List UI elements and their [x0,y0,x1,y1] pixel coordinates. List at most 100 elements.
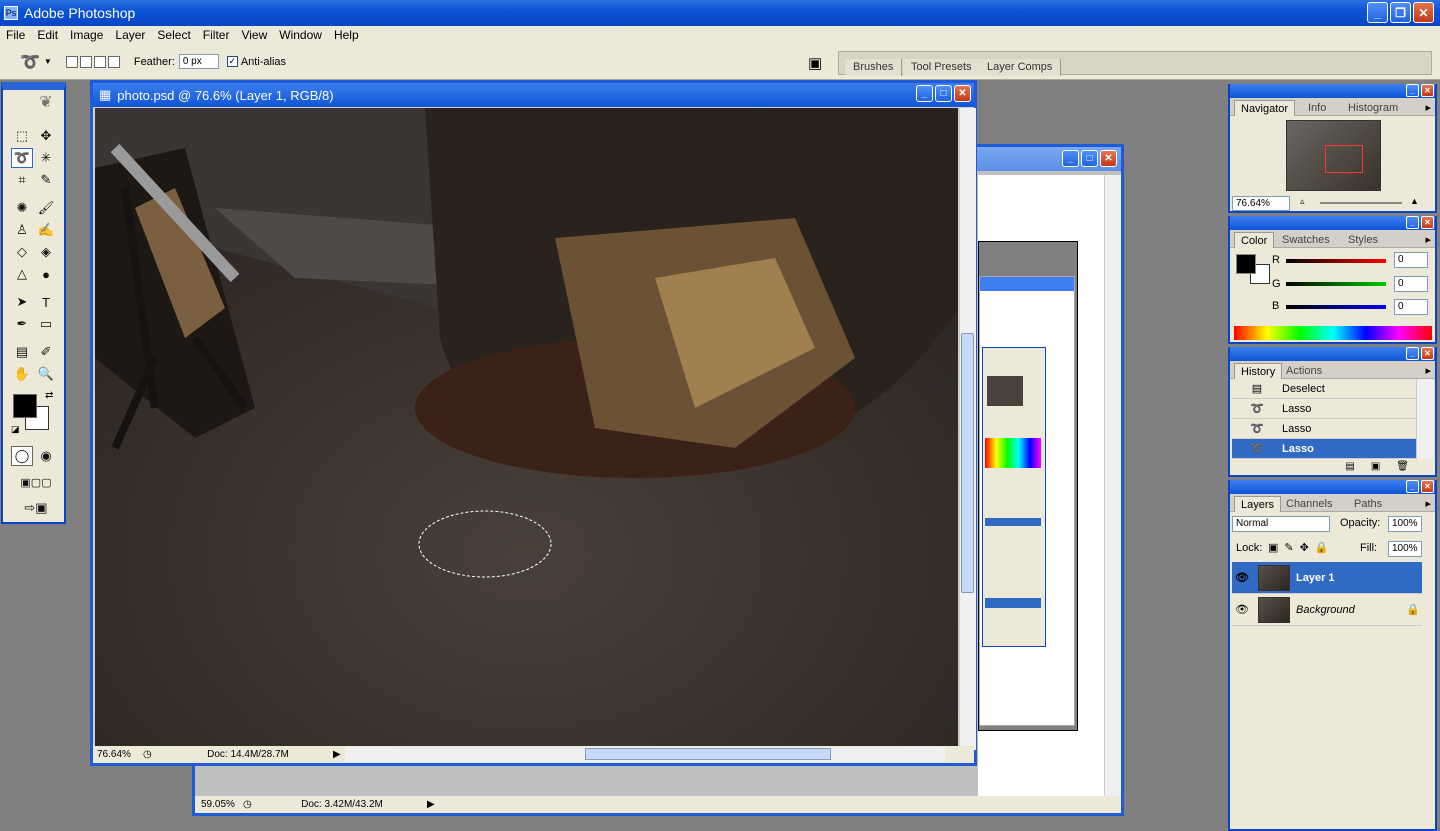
intersect-selection-icon[interactable] [107,55,120,68]
eye-icon[interactable]: 👁 [1232,571,1252,584]
color-minimize-button[interactable]: _ [1406,216,1419,229]
minimize-button[interactable]: _ [1367,2,1388,23]
doc-status-arrow-icon[interactable]: ▶ [333,749,345,760]
navigator-menu-icon[interactable]: ▸ [1425,101,1431,114]
notes-tool-icon[interactable]: ▤ [11,342,33,362]
doc-horizontal-scrollbar[interactable] [345,747,945,762]
foreground-color-swatch[interactable] [13,394,37,418]
menu-layer[interactable]: Layer [109,28,151,42]
zoom-tool-icon[interactable]: 🔍 [35,364,57,384]
healing-brush-icon[interactable]: ✺ [11,198,33,218]
swap-colors-icon[interactable]: ⇄ [45,390,53,401]
doc2-status-arrow-icon[interactable]: ▶ [427,799,435,810]
menu-image[interactable]: Image [64,28,109,42]
clone-stamp-icon[interactable]: ♙ [11,220,33,240]
tab-actions[interactable]: Actions [1280,363,1328,379]
image-canvas[interactable] [95,108,958,746]
color-close-button[interactable]: ✕ [1421,216,1434,229]
jump-to-imageready-icon[interactable]: ⇨▣ [11,498,61,518]
tab-info[interactable]: Info [1302,100,1332,116]
navigator-view-box[interactable] [1325,145,1363,173]
zoom-in-icon[interactable]: ▲ [1410,196,1419,206]
navigator-zoom-field[interactable]: 76.64% [1232,196,1290,211]
lasso-preset-icon[interactable]: ➰ [20,52,40,72]
add-selection-icon[interactable] [79,55,92,68]
menu-window[interactable]: Window [273,28,328,42]
doc2-maximize-button[interactable]: □ [1081,150,1098,167]
doc-minimize-button[interactable]: _ [916,85,933,102]
shape-tool-icon[interactable]: ▭ [35,314,57,334]
history-scrollbar[interactable] [1416,379,1433,459]
history-minimize-button[interactable]: _ [1406,347,1419,360]
layers-menu-icon[interactable]: ▸ [1425,497,1431,510]
menu-filter[interactable]: Filter [197,28,236,42]
chevron-down-icon[interactable]: ▼ [44,57,52,66]
menu-file[interactable]: File [0,28,31,42]
lasso-tool-icon[interactable]: ➰ [11,148,33,168]
tab-swatches[interactable]: Swatches [1276,232,1336,248]
doc-vertical-scrollbar[interactable] [959,108,976,750]
menu-help[interactable]: Help [328,28,365,42]
history-brush-icon[interactable]: ✍ [35,220,57,240]
tab-tool-presets[interactable]: Tool Presets [903,59,981,76]
green-value[interactable]: 0 [1394,276,1428,292]
layers-close-button[interactable]: ✕ [1421,480,1434,493]
move-tool-icon[interactable]: ✥ [35,126,57,146]
doc2-minimize-button[interactable]: _ [1062,150,1079,167]
tab-brushes[interactable]: Brushes [845,59,903,76]
hand-tool-icon[interactable]: ✋ [11,364,33,384]
doc-maximize-button[interactable]: □ [935,85,952,102]
new-selection-icon[interactable] [65,55,78,68]
doc2-zoom-field[interactable]: 59.05% [195,799,243,810]
doc2-close-button[interactable]: ✕ [1100,150,1117,167]
tab-navigator[interactable]: Navigator [1234,100,1296,116]
history-footer-icons[interactable]: ▤▣🗑 [1345,461,1425,472]
blend-mode-select[interactable]: Normal [1232,516,1330,532]
doc-zoom-field[interactable]: 76.64% [93,749,143,760]
opacity-field[interactable]: 100% [1388,516,1422,532]
zoom-out-icon[interactable]: ▵ [1300,196,1305,207]
menu-view[interactable]: View [235,28,273,42]
tab-styles[interactable]: Styles [1342,232,1384,248]
red-value[interactable]: 0 [1394,252,1428,268]
path-selection-icon[interactable]: ➤ [11,292,33,312]
default-colors-icon[interactable]: ◪ [11,424,20,435]
doc-hscroll-thumb[interactable] [585,748,831,760]
history-close-button[interactable]: ✕ [1421,347,1434,360]
eraser-tool-icon[interactable]: ◇ [11,242,33,262]
doc2-status-icon[interactable]: ◷ [243,799,257,810]
navigator-close-button[interactable]: ✕ [1421,84,1434,97]
pen-tool-icon[interactable]: ✒ [11,314,33,334]
quickmask-mode-icon[interactable]: ◉ [35,446,57,466]
doc-close-button[interactable]: ✕ [954,85,971,102]
layer-row[interactable]: 👁 Background 🔒 [1232,594,1422,626]
navigator-minimize-button[interactable]: _ [1406,84,1419,97]
color-menu-icon[interactable]: ▸ [1425,233,1431,246]
history-item[interactable]: ➰ Lasso [1232,399,1422,419]
tab-channels[interactable]: Channels [1280,496,1338,512]
layers-minimize-button[interactable]: _ [1406,480,1419,493]
tab-histogram[interactable]: Histogram [1342,100,1404,116]
antialias-checkbox[interactable]: ✓ [226,56,238,67]
tab-history[interactable]: History [1234,363,1283,379]
menu-edit[interactable]: Edit [31,28,64,42]
paint-bucket-icon[interactable]: ◈ [35,242,57,262]
standard-mode-icon[interactable]: ◯ [11,446,33,466]
slice-tool-icon[interactable]: ✎ [35,170,57,190]
doc2-vertical-scrollbar[interactable] [1104,175,1121,799]
restore-button[interactable]: ❐ [1390,2,1411,23]
close-button[interactable]: ✕ [1413,2,1434,23]
color-spectrum-ramp[interactable] [1234,326,1432,340]
menu-select[interactable]: Select [151,28,196,42]
blur-tool-icon[interactable]: △ [11,264,33,284]
marquee-tool-icon[interactable]: ⬚ [11,126,33,146]
dodge-tool-icon[interactable]: ● [35,264,57,284]
layer-row-selected[interactable]: 👁 Layer 1 [1232,562,1422,594]
color-fg-swatch[interactable] [1236,254,1256,274]
navigator-thumbnail[interactable] [1286,120,1381,191]
eye-icon[interactable]: 👁 [1232,603,1252,616]
tab-paths[interactable]: Paths [1348,496,1388,512]
subtract-selection-icon[interactable] [93,55,106,68]
tab-layers[interactable]: Layers [1234,496,1282,512]
palette-dock-icon[interactable]: ▣ [808,54,822,72]
